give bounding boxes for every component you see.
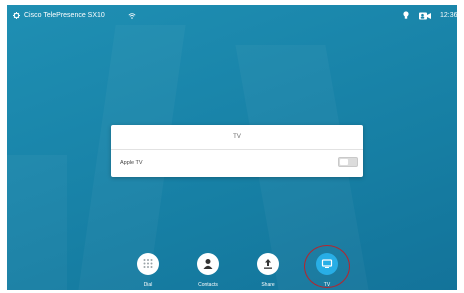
dial-label: Dial — [143, 282, 153, 288]
lightbulb-icon[interactable] — [403, 11, 409, 20]
dial-button[interactable] — [137, 253, 159, 275]
clock: 12:36 — [440, 12, 457, 19]
contacts-button[interactable] — [197, 253, 219, 275]
touch-panel-screen: Cisco TelePresence SX10 12:36 TV Apple T… — [7, 5, 457, 290]
dialog-title: TV — [111, 125, 363, 150]
tv-input-dialog: TV Apple TV — [111, 125, 363, 177]
apple-tv-toggle[interactable] — [338, 157, 358, 167]
status-bar: Cisco TelePresence SX10 12:36 — [7, 5, 457, 27]
gear-icon[interactable] — [13, 12, 20, 19]
person-icon — [203, 259, 213, 269]
toggle-knob — [340, 159, 348, 165]
camera-self-view-icon[interactable] — [419, 12, 431, 20]
background-shape — [7, 155, 67, 290]
device-name: Cisco TelePresence SX10 — [24, 12, 105, 19]
apple-tv-label: Apple TV — [120, 160, 143, 166]
dialpad-icon — [143, 259, 153, 268]
wifi-icon — [128, 13, 136, 19]
highlight-ring — [304, 245, 350, 288]
contacts-label: Contacts — [198, 282, 218, 288]
share-button[interactable] — [257, 253, 279, 275]
share-upload-icon — [264, 259, 272, 269]
share-label: Share — [261, 282, 275, 288]
